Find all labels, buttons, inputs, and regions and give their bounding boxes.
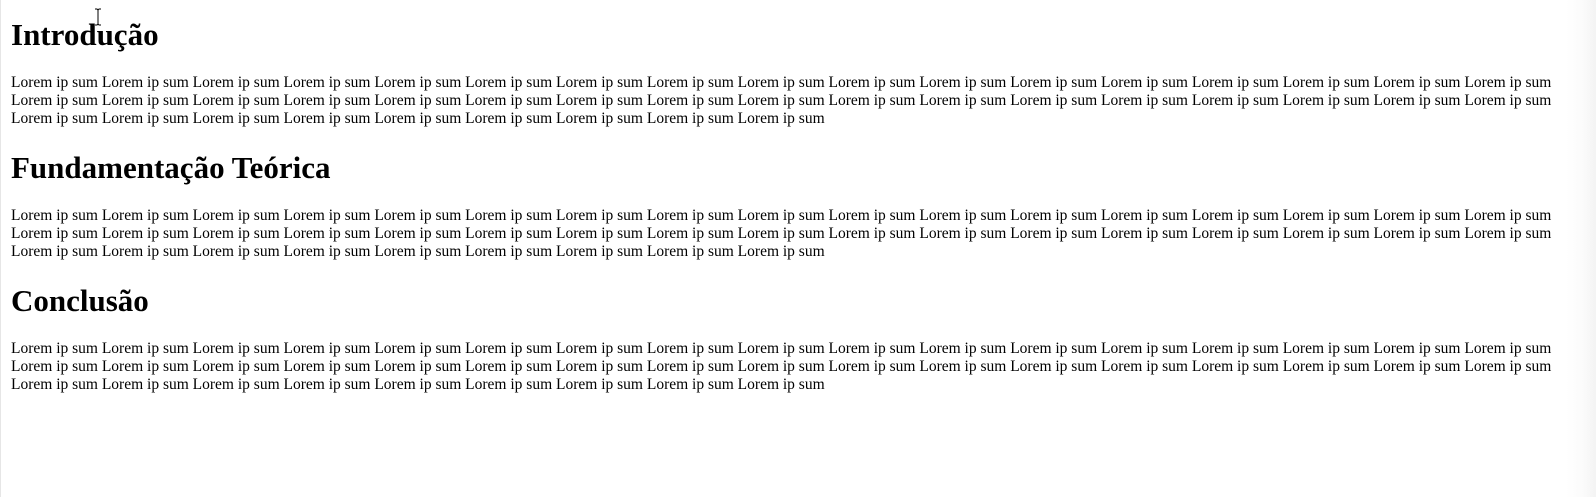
paragraph-introducao: Lorem ip sum Lorem ip sum Lorem ip sum L… — [11, 74, 1552, 127]
paragraph-conclusao: Lorem ip sum Lorem ip sum Lorem ip sum L… — [11, 340, 1552, 393]
text-cursor-icon — [95, 8, 101, 26]
heading-conclusao: Conclusão — [11, 283, 149, 318]
document-page: Introdução Lorem ip sum Lorem ip sum Lor… — [0, 0, 1596, 497]
heading-introducao: Introdução — [11, 17, 159, 52]
paragraph-fundamentacao-teorica: Lorem ip sum Lorem ip sum Lorem ip sum L… — [11, 207, 1552, 260]
heading-fundamentacao-teorica: Fundamentação Teórica — [11, 150, 331, 185]
page-right-edge — [1566, 0, 1596, 497]
